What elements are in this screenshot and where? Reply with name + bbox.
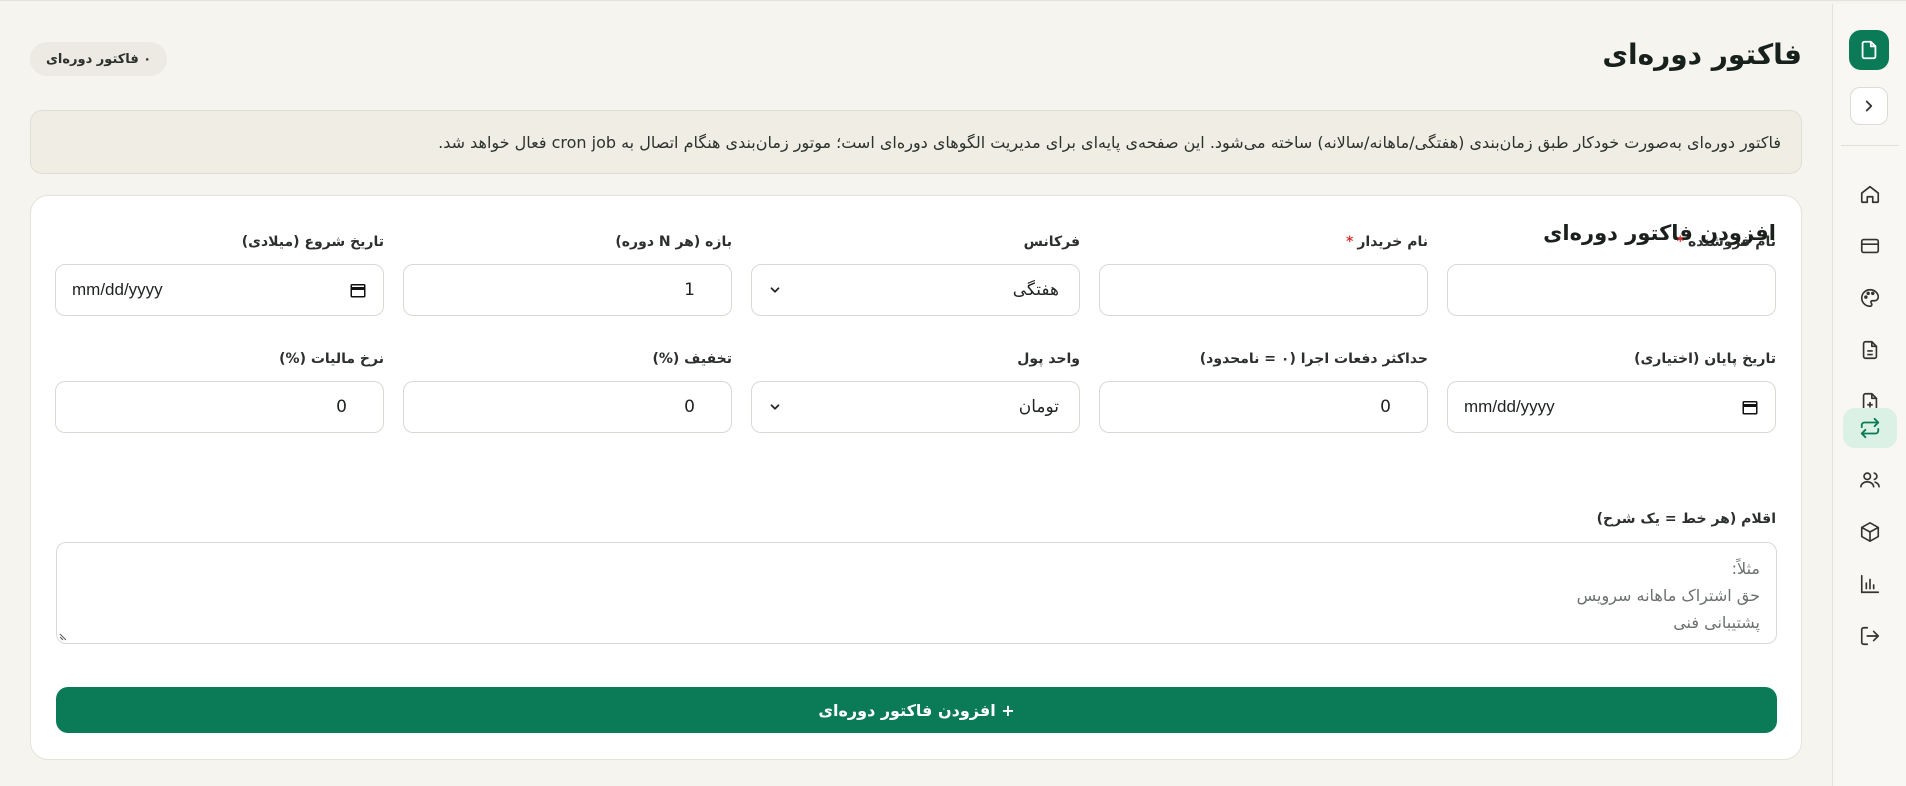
frequency-label: فرکانس	[1023, 234, 1080, 250]
calendar-icon[interactable]	[349, 281, 367, 299]
discount-input[interactable]: 0	[403, 381, 732, 433]
top-border	[0, 0, 1906, 4]
icon-sidebar	[1832, 4, 1906, 786]
items-placeholder-line: حق اشتراک ماهانه سرویس	[1576, 586, 1760, 605]
card-icon	[1860, 238, 1880, 254]
discount-label: تخفیف (%)	[652, 351, 732, 367]
start-date-label: تاریخ شروع (میلادی)	[241, 234, 384, 250]
sidebar-item-themes[interactable]	[1843, 278, 1897, 318]
file-text-icon	[1862, 340, 1878, 360]
sidebar-item-home[interactable]	[1843, 174, 1897, 214]
currency-label: واحد پول	[1017, 351, 1080, 367]
logout-icon	[1860, 626, 1880, 646]
required-mark: *	[1346, 234, 1354, 250]
sidebar-item-products[interactable]	[1843, 512, 1897, 552]
max-runs-label: حداکثر دفعات اجرا (۰ = نامحدود)	[1199, 351, 1428, 367]
currency-value: تومان	[1018, 397, 1059, 417]
palette-icon	[1861, 288, 1880, 308]
currency-select[interactable]: تومان	[751, 381, 1080, 433]
required-mark: *	[1676, 234, 1684, 250]
sidebar-item-invoices[interactable]	[1843, 330, 1897, 370]
collapse-sidebar-button[interactable]	[1850, 87, 1888, 125]
sidebar-item-cards[interactable]	[1843, 226, 1897, 266]
page-title: فاکتور دوره‌ای	[1602, 38, 1802, 71]
tax-rate-label: نرخ مالیات (%)	[279, 351, 384, 367]
calendar-icon[interactable]	[1741, 398, 1759, 416]
end-date-input[interactable]: mm/dd/yyyy	[1447, 381, 1776, 433]
bar-chart-icon	[1860, 574, 1880, 594]
buyer-label: نام خریدار	[1357, 234, 1428, 250]
app-logo[interactable]	[1849, 30, 1889, 70]
home-icon	[1860, 185, 1880, 204]
count-badge: ۰ فاکتور دوره‌ای	[30, 42, 168, 76]
items-placeholder-line: مثلاً:	[1731, 559, 1760, 578]
items-label: اقلام (هر خط = یک شرح)	[1596, 511, 1776, 527]
items-textarea[interactable]: مثلاً: حق اشتراک ماهانه سرویس پشتیبانی ف…	[56, 542, 1777, 644]
sidebar-item-customers[interactable]	[1843, 460, 1897, 500]
frequency-value: هفتگی	[1012, 280, 1059, 300]
chevron-right-icon	[1865, 100, 1873, 112]
max-runs-input[interactable]: 0	[1099, 381, 1428, 433]
seller-input[interactable]	[1447, 264, 1776, 316]
buyer-input[interactable]	[1099, 264, 1428, 316]
chevron-down-icon	[770, 287, 780, 293]
items-placeholder-line: پشتیبانی فنی	[1673, 613, 1760, 632]
frequency-select[interactable]: هفتگی	[751, 264, 1080, 316]
sidebar-divider	[1841, 145, 1899, 146]
interval-input[interactable]: 1	[403, 264, 732, 316]
start-date-placeholder: mm/dd/yyyy	[72, 280, 163, 299]
package-icon	[1860, 522, 1880, 542]
tax-rate-input[interactable]: 0	[55, 381, 384, 433]
sidebar-item-logout[interactable]	[1843, 616, 1897, 656]
sidebar-item-recurring[interactable]	[1843, 408, 1897, 448]
end-date-label: تاریخ پایان (اختیاری)	[1634, 351, 1776, 367]
add-recurring-invoice-card: افزودن فاکتور دوره‌ای نام فروشنده* نام خ…	[30, 195, 1802, 760]
users-icon	[1860, 472, 1880, 488]
info-banner: فاکتور دوره‌ای به‌صورت خودکار طبق زمان‌ب…	[30, 110, 1802, 174]
start-date-input[interactable]: mm/dd/yyyy	[55, 264, 384, 316]
interval-label: بازه (هر N دوره)	[615, 234, 732, 250]
document-icon	[1861, 40, 1877, 60]
info-banner-text: فاکتور دوره‌ای به‌صورت خودکار طبق زمان‌ب…	[438, 132, 1781, 152]
sidebar-item-reports[interactable]	[1843, 564, 1897, 604]
repeat-icon	[1860, 417, 1880, 439]
chevron-down-icon	[770, 404, 780, 410]
end-date-placeholder: mm/dd/yyyy	[1464, 397, 1555, 416]
resize-handle-icon[interactable]	[59, 631, 69, 641]
seller-label: نام فروشنده	[1687, 234, 1776, 250]
add-recurring-invoice-button[interactable]: + افزودن فاکتور دوره‌ای	[56, 687, 1777, 733]
